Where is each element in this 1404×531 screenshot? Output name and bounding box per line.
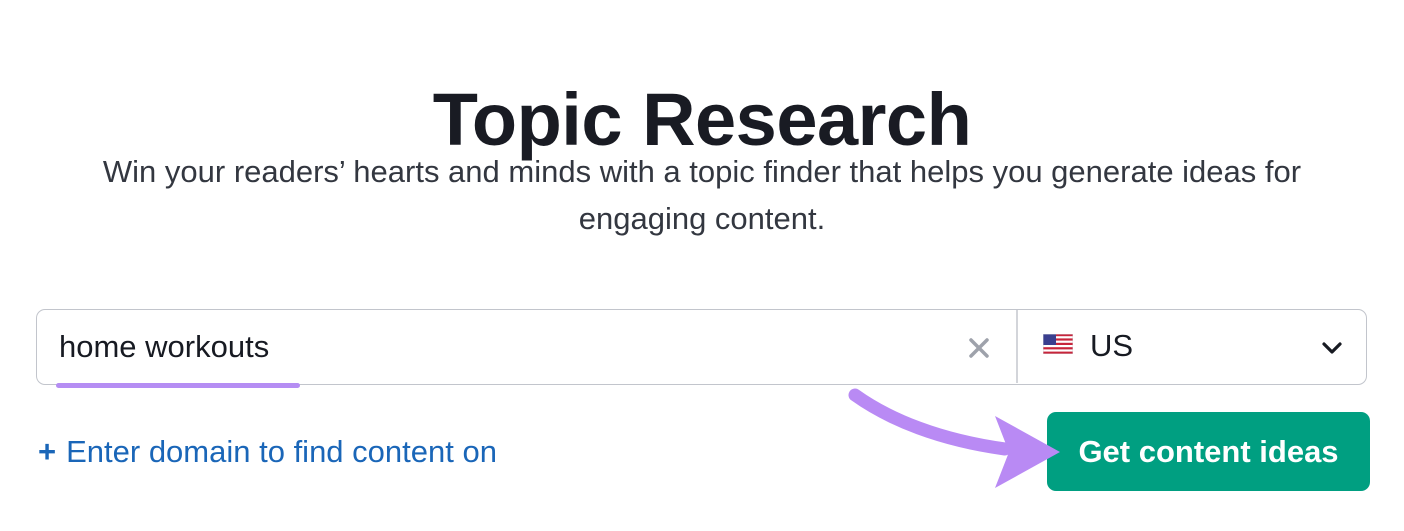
topic-search-input[interactable] <box>59 322 939 372</box>
get-content-ideas-button[interactable]: Get content ideas <box>1047 412 1370 491</box>
chevron-down-icon <box>1322 342 1342 354</box>
country-select[interactable]: US <box>1018 310 1366 383</box>
plus-icon: + <box>38 434 57 469</box>
input-highlight-underline <box>56 383 300 388</box>
add-domain-label: Enter domain to find content on <box>66 434 497 469</box>
us-flag-icon <box>1043 334 1073 354</box>
country-label: US <box>1090 328 1134 363</box>
add-domain-link[interactable]: + Enter domain to find content on <box>38 430 497 474</box>
search-bar: US <box>36 309 1367 388</box>
close-icon[interactable] <box>965 334 993 362</box>
page-subtitle: Win your readers’ hearts and minds with … <box>102 154 1302 236</box>
